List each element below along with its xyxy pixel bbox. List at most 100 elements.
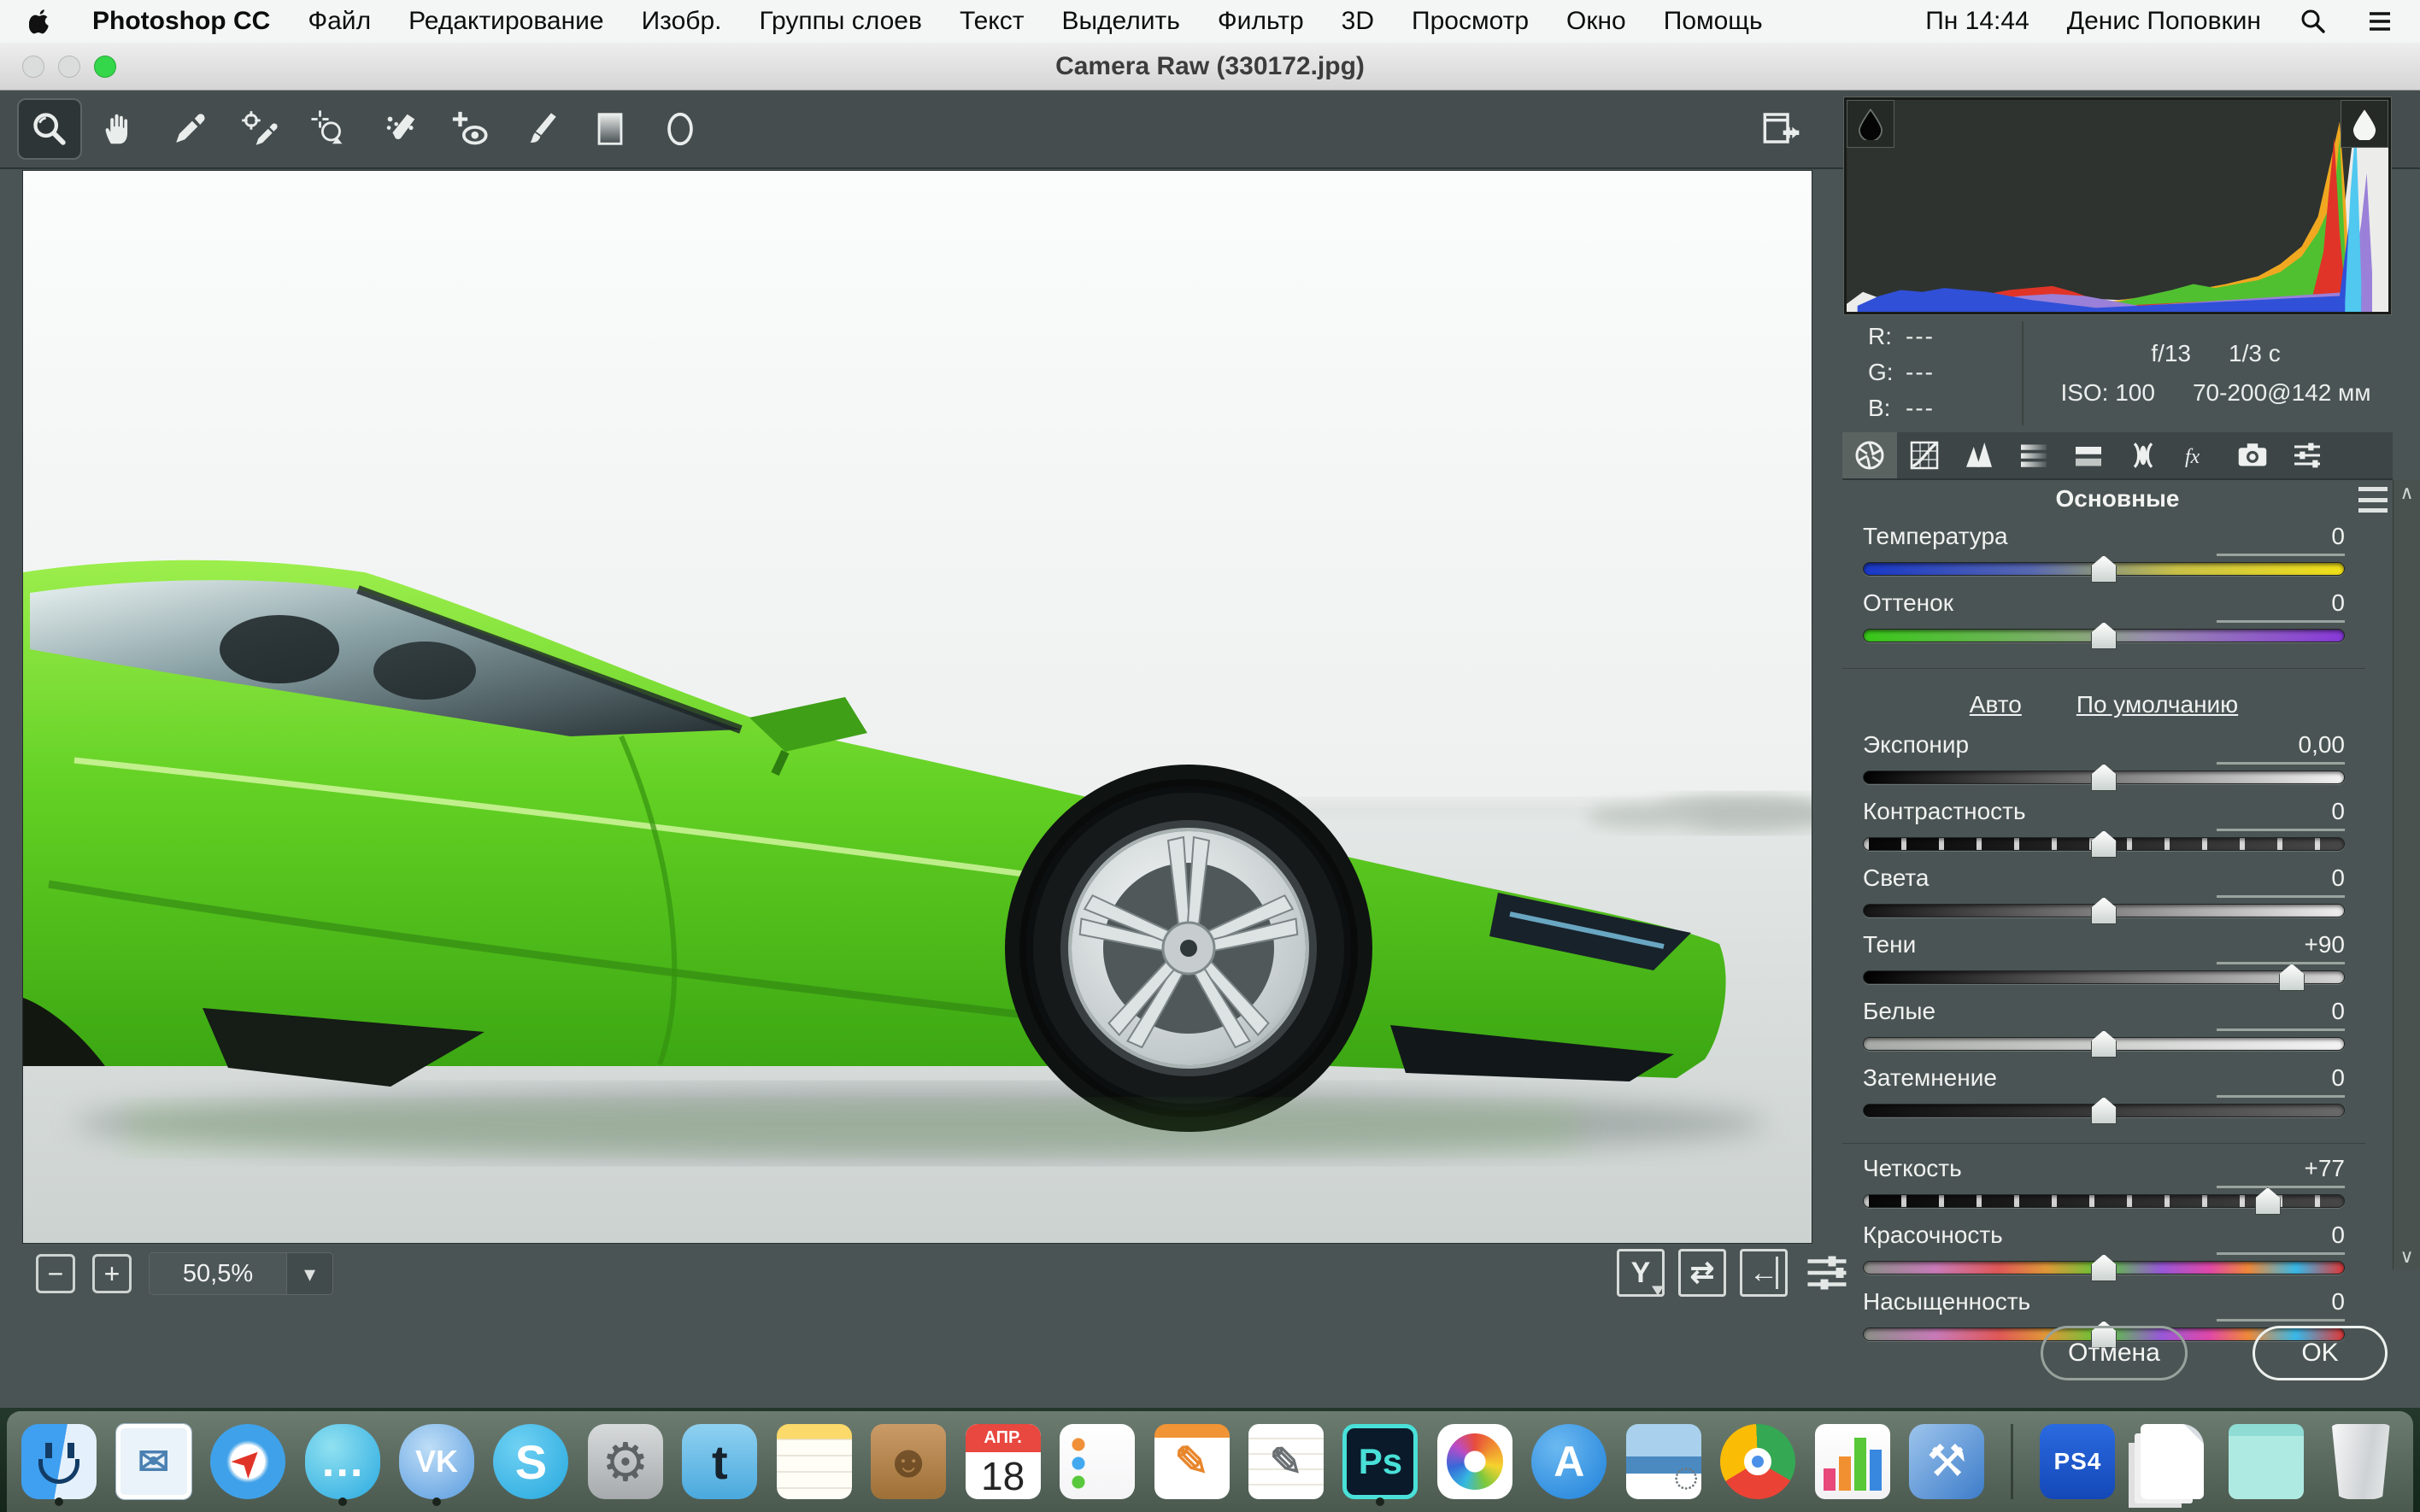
cancel-button[interactable]: Отмена — [2041, 1326, 2188, 1380]
color-sampler-tool-button[interactable] — [229, 100, 291, 158]
slider-thumb[interactable] — [2091, 1030, 2117, 1058]
slider-thumb[interactable] — [2091, 830, 2117, 858]
menu-item-0[interactable]: Файл — [308, 7, 371, 36]
tab-split-toning[interactable] — [2061, 432, 2116, 478]
menu-item-10[interactable]: Помощь — [1664, 7, 1763, 36]
dock-item-finder[interactable] — [21, 1421, 97, 1503]
dock-item-pages[interactable]: ✎ — [1153, 1421, 1230, 1503]
slider-value-field[interactable]: 0,00 — [2217, 731, 2345, 765]
slider-thumb[interactable] — [2091, 1097, 2117, 1124]
dock-item-skype[interactable]: S — [492, 1421, 569, 1503]
menu-item-9[interactable]: Окно — [1566, 7, 1626, 36]
minimize-button[interactable] — [58, 56, 80, 78]
dock-item-chrome[interactable] — [1719, 1421, 1796, 1503]
red-eye-removal-tool-button[interactable] — [439, 100, 501, 158]
dock-item-mail[interactable]: ✉ — [115, 1421, 191, 1503]
slider-thumb[interactable] — [2255, 1187, 2281, 1215]
spot-removal-tool-button[interactable] — [369, 100, 431, 158]
slider-thumb[interactable] — [2091, 897, 2117, 924]
menu-user-name[interactable]: Денис Поповкин — [2067, 7, 2261, 36]
dock-item-numbers[interactable] — [1813, 1421, 1890, 1503]
image-preview-canvas[interactable] — [23, 171, 1812, 1243]
notification-center-icon[interactable] — [2365, 7, 2394, 36]
slider-value-field[interactable]: +90 — [2217, 931, 2345, 964]
slider-value-field[interactable]: 0 — [2217, 864, 2345, 898]
dock-item-settings[interactable]: ⚙ — [587, 1421, 664, 1503]
dock-item-tweetbot[interactable]: t — [681, 1421, 758, 1503]
scroll-up-icon[interactable]: ∧ — [2394, 482, 2420, 504]
menu-item-6[interactable]: Фильтр — [1218, 7, 1304, 36]
menu-item-8[interactable]: Просмотр — [1412, 7, 1529, 36]
scroll-down-icon[interactable]: ∨ — [2394, 1245, 2420, 1268]
dock-item-textedit[interactable]: ✎ — [1248, 1421, 1325, 1503]
menu-clock[interactable]: Пн 14:44 — [1925, 7, 2029, 36]
slider-thumb[interactable] — [2091, 1254, 2117, 1281]
dock-item-notes[interactable] — [776, 1421, 853, 1503]
slider-thumb[interactable] — [2091, 555, 2117, 583]
radial-filter-tool-button[interactable] — [649, 100, 711, 158]
slider-value-field[interactable]: 0 — [2217, 998, 2345, 1031]
slider-value-field[interactable]: 0 — [2217, 589, 2345, 623]
adjustment-brush-tool-button[interactable] — [509, 100, 571, 158]
menu-item-2[interactable]: Изобр. — [642, 7, 722, 36]
dock-item-photos[interactable] — [1436, 1421, 1513, 1503]
menu-app-name[interactable]: Photoshop CC — [92, 7, 270, 36]
apple-menu-icon[interactable] — [26, 7, 55, 36]
zoom-button[interactable] — [94, 56, 116, 78]
slider-value-field[interactable]: 0 — [2217, 1064, 2345, 1098]
dock-item-preview[interactable]: ◌ — [1624, 1421, 1701, 1503]
menu-item-3[interactable]: Группы слоев — [759, 7, 921, 36]
dock-item-messages[interactable]: … — [303, 1421, 380, 1503]
dock-item-ps4[interactable]: PS4 — [2039, 1421, 2116, 1503]
zoom-tool-button[interactable] — [19, 100, 80, 158]
spotlight-search-icon[interactable] — [2299, 7, 2328, 36]
dock-item-documents[interactable] — [2134, 1421, 2211, 1503]
default-link[interactable]: По умолчанию — [2076, 691, 2238, 718]
tab-detail[interactable] — [1952, 432, 2006, 478]
graduated-filter-tool-button[interactable] — [579, 100, 641, 158]
menu-item-1[interactable]: Редактирование — [408, 7, 604, 36]
menu-item-5[interactable]: Выделить — [1061, 7, 1179, 36]
menu-item-4[interactable]: Текст — [960, 7, 1025, 36]
targeted-adjustment-tool-button[interactable] — [299, 100, 361, 158]
dock-item-appstore[interactable]: A — [1530, 1421, 1607, 1503]
menu-item-7[interactable]: 3D — [1342, 7, 1374, 36]
swap-before-after-button[interactable]: ⇄ — [1678, 1249, 1726, 1297]
tab-basic[interactable] — [1842, 432, 1897, 478]
dock-item-reminders[interactable] — [1059, 1421, 1136, 1503]
slider-value-field[interactable]: 0 — [2217, 523, 2345, 556]
dock-item-contacts[interactable]: ☻ — [870, 1421, 947, 1503]
ok-button[interactable]: OK — [2253, 1326, 2388, 1380]
tab-effects[interactable]: fx — [2170, 432, 2225, 478]
white-balance-tool-button[interactable] — [159, 100, 220, 158]
slider-thumb[interactable] — [2091, 764, 2117, 791]
dock-item-photoshop[interactable]: Ps — [1342, 1421, 1419, 1503]
zoom-level-select[interactable]: 50,5% ▾ — [149, 1252, 333, 1295]
slider-thumb[interactable] — [2279, 964, 2305, 991]
dock-item-vk[interactable]: VK — [398, 1421, 475, 1503]
dock-item-folder[interactable] — [2228, 1421, 2305, 1503]
zoom-out-button[interactable]: − — [36, 1254, 75, 1293]
tab-camera-calibration[interactable] — [2225, 432, 2280, 478]
slider-value-field[interactable]: 0 — [2217, 798, 2345, 831]
before-after-view-button[interactable]: Y — [1617, 1249, 1665, 1297]
zoom-in-button[interactable]: + — [92, 1254, 132, 1293]
auto-link[interactable]: Авто — [1970, 691, 2022, 718]
tab-hsl-grayscale[interactable] — [2006, 432, 2061, 478]
panel-menu-icon[interactable] — [2358, 487, 2388, 513]
dock-item-safari[interactable]: ➤ — [209, 1421, 286, 1503]
dock-item-trash[interactable] — [2323, 1421, 2399, 1503]
tab-lens-corrections[interactable] — [2116, 432, 2170, 478]
slider-value-field[interactable]: +77 — [2217, 1155, 2345, 1188]
tab-tone-curve[interactable] — [1897, 432, 1952, 478]
copy-settings-button[interactable]: ← — [1740, 1249, 1788, 1297]
slider-value-field[interactable]: 0 — [2217, 1288, 2345, 1322]
close-button[interactable] — [22, 56, 44, 78]
shadow-clipping-indicator[interactable] — [1847, 100, 1894, 148]
hand-tool-button[interactable] — [89, 100, 150, 158]
toggle-fullscreen-button[interactable] — [1750, 99, 1812, 157]
dock-item-xcode[interactable]: ⚒ — [1908, 1421, 1985, 1503]
slider-value-field[interactable]: 0 — [2217, 1222, 2345, 1255]
slider-track[interactable] — [1863, 970, 2345, 984]
panel-scrollbar[interactable]: ∧ ∨ — [2393, 480, 2420, 1269]
